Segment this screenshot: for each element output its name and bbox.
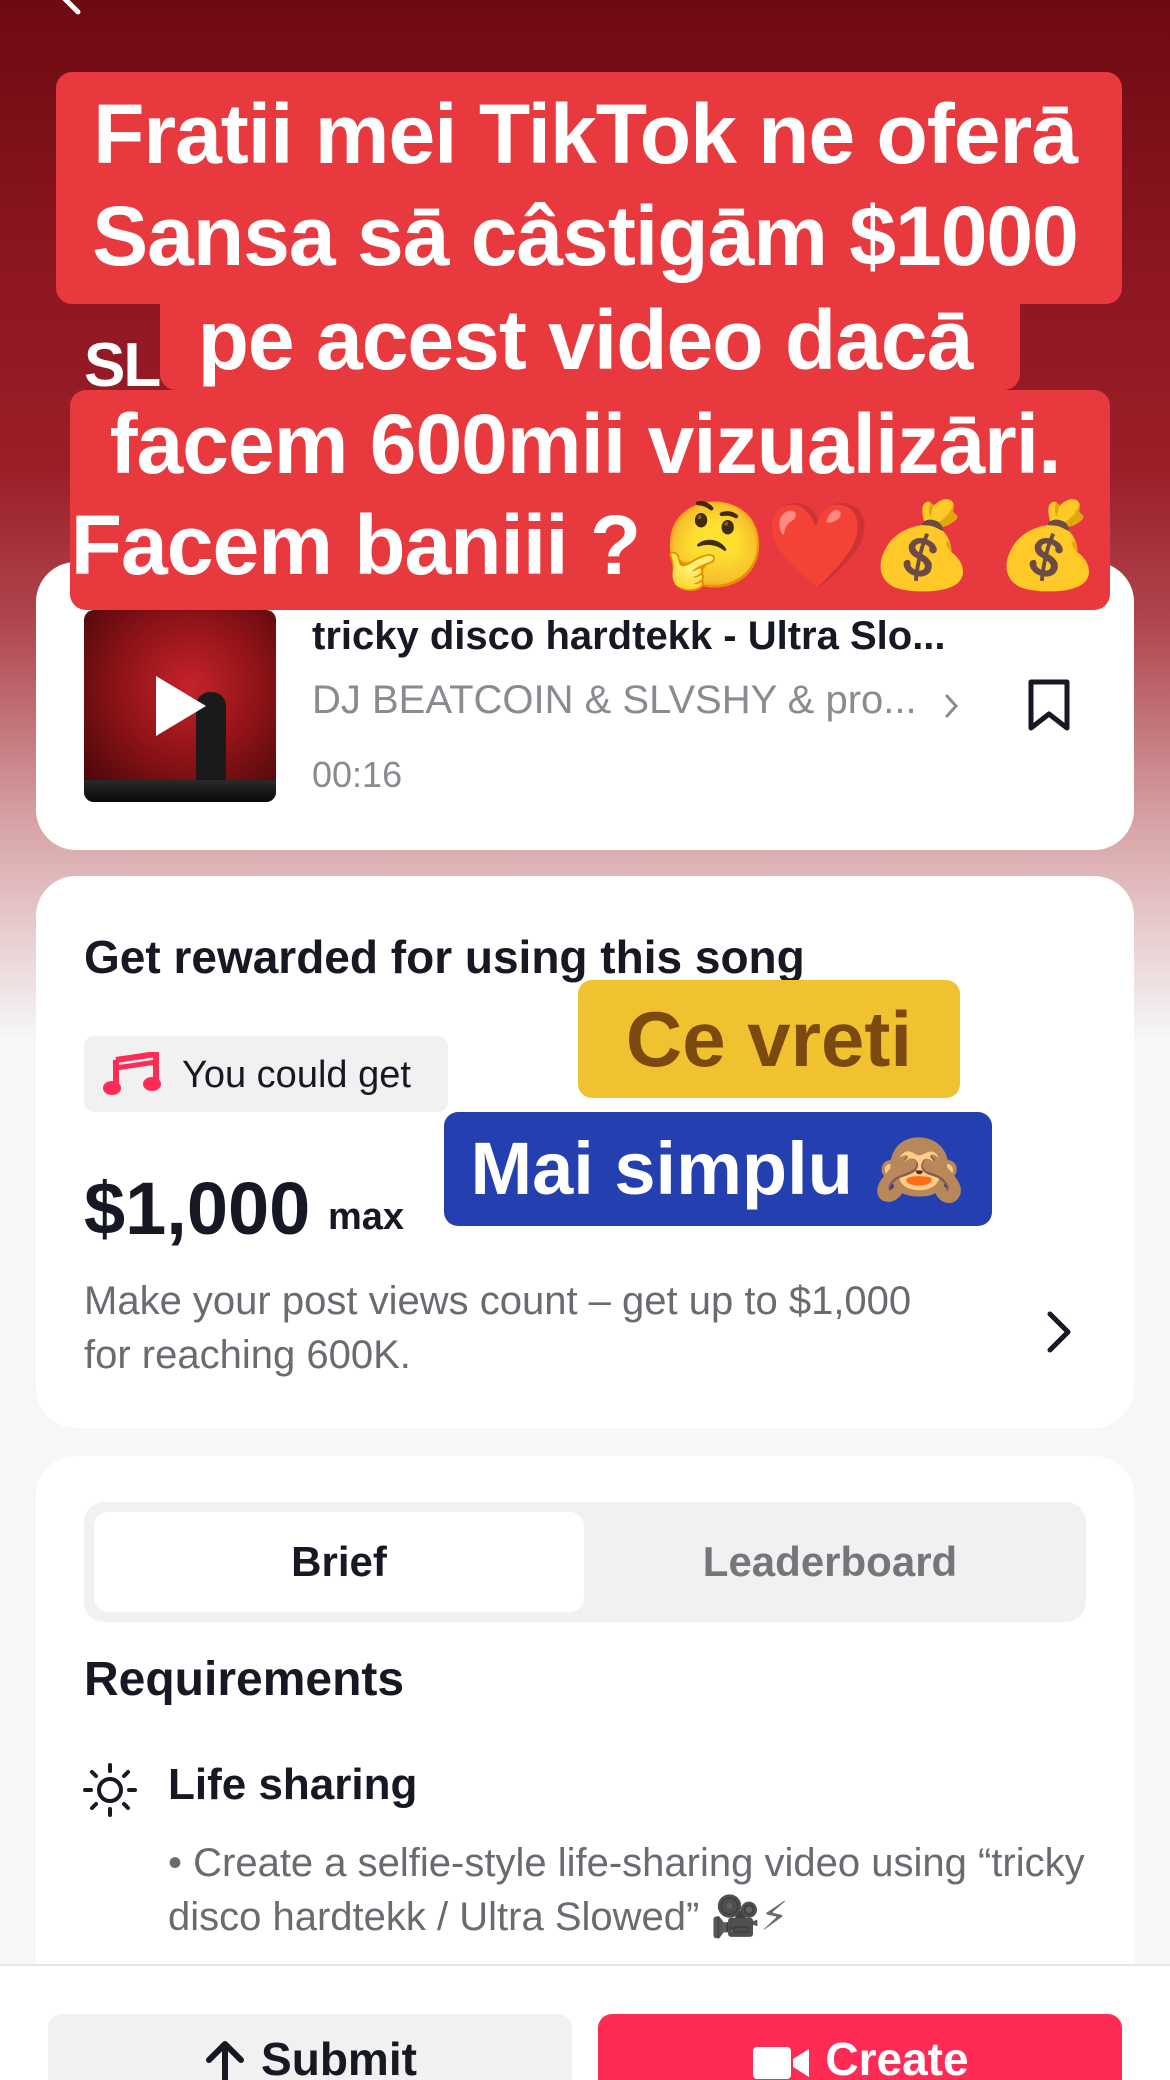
song-duration: 00:16 bbox=[312, 754, 403, 795]
song-artist[interactable]: DJ BEATCOIN & SLVSHY & pro... bbox=[312, 678, 917, 723]
requirement-title: Life sharing bbox=[168, 1760, 418, 1809]
video-camera-icon bbox=[753, 2046, 810, 2079]
sticker-ce-vreti: Ce vreti bbox=[578, 980, 960, 1098]
tab-leaderboard[interactable]: Leaderboard bbox=[584, 1512, 1076, 1612]
caption-line-4: facem 600mii vizualizāri. bbox=[109, 397, 1062, 491]
song-cover[interactable] bbox=[84, 610, 276, 802]
song-title: tricky disco hardtekk - Ultra Slo... bbox=[312, 614, 946, 658]
upload-icon bbox=[206, 2040, 245, 2080]
caption-line-5: Facem baniii ? 🤔❤️💰 💰 bbox=[70, 498, 1101, 592]
sticker-mai-simplu: Mai simplu 🙈 bbox=[444, 1112, 992, 1226]
bookmark-icon[interactable] bbox=[1026, 678, 1072, 732]
caption-line-1: Fratii mei TikTok ne oferā bbox=[93, 87, 1078, 181]
reward-amount: $1,000 bbox=[84, 1167, 311, 1250]
back-arrow-icon[interactable] bbox=[52, 0, 92, 16]
reward-description: Make your post views count – get up to $… bbox=[84, 1279, 912, 1377]
create-button[interactable]: Create bbox=[598, 2014, 1122, 2080]
requirement-description: • Create a selfie-style life-sharing vid… bbox=[168, 1841, 1085, 1939]
sun-icon bbox=[83, 1763, 137, 1817]
you-could-get-pill: You could get bbox=[84, 1036, 448, 1112]
submit-label: Submit bbox=[261, 2033, 417, 2080]
bottom-action-bar: Submit Create bbox=[0, 1964, 1170, 2080]
reward-max-label: max bbox=[328, 1196, 405, 1238]
you-could-get-label: You could get bbox=[182, 1054, 411, 1096]
chevron-right-icon[interactable] bbox=[942, 686, 962, 726]
caption-line-3: pe acest video dacā bbox=[197, 293, 974, 387]
caption-line-2: Sansa sā câstigām $1000 bbox=[92, 189, 1079, 283]
cover-ground bbox=[84, 780, 276, 802]
submit-button[interactable]: Submit bbox=[48, 2014, 572, 2080]
tab-bar: Brief Leaderboard bbox=[84, 1502, 1086, 1622]
tab-brief[interactable]: Brief bbox=[94, 1512, 584, 1612]
chevron-right-icon[interactable] bbox=[1040, 1306, 1080, 1358]
create-label: Create bbox=[825, 2033, 969, 2080]
play-icon[interactable] bbox=[156, 676, 206, 736]
reward-heading: Get rewarded for using this song bbox=[84, 931, 805, 983]
requirements-heading: Requirements bbox=[84, 1653, 405, 1706]
music-note-icon bbox=[103, 1052, 161, 1095]
